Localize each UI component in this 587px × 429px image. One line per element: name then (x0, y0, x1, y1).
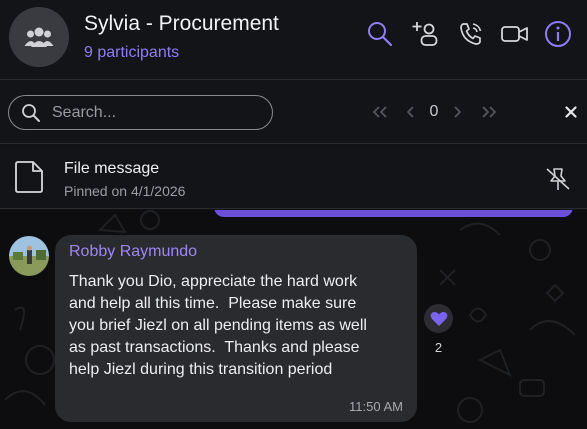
voice-call-button[interactable] (456, 19, 486, 49)
add-participant-icon (412, 22, 438, 46)
message-text: Thank you Dio, appreciate the hard work … (69, 273, 367, 378)
info-button[interactable] (543, 19, 573, 49)
participants-count[interactable]: 9 participants (84, 44, 179, 62)
file-icon (15, 161, 43, 193)
search-field[interactable] (8, 95, 273, 130)
search-icon (368, 22, 393, 47)
search-icon (22, 103, 40, 122)
previous-result-button[interactable] (404, 101, 418, 123)
add-participant-button[interactable] (411, 19, 441, 49)
chevron-left-icon (406, 106, 414, 118)
search-result-count: 0 (429, 103, 439, 120)
close-icon (565, 106, 577, 118)
video-call-button[interactable] (500, 19, 530, 49)
chat-header: Sylvia - Procurement 9 participants (0, 0, 587, 80)
double-chevron-left-icon (372, 106, 387, 118)
chevron-right-icon (454, 106, 462, 118)
video-call-icon (501, 26, 528, 42)
info-icon (545, 21, 571, 47)
message-bubble[interactable]: Robby Raymundo Thank you Dio, appreciate… (55, 235, 417, 422)
group-icon (24, 27, 54, 47)
pinned-title: File message (64, 160, 160, 177)
search-button[interactable] (365, 19, 395, 49)
avatar-photo (9, 236, 49, 276)
first-result-button[interactable] (370, 101, 390, 123)
last-result-button[interactable] (479, 101, 499, 123)
previous-own-message-bubble[interactable] (214, 210, 573, 217)
search-input[interactable] (52, 103, 252, 122)
sender-name[interactable]: Robby Raymundo (69, 243, 403, 265)
voice-call-icon (460, 23, 482, 45)
next-result-button[interactable] (450, 101, 464, 123)
chat-title[interactable]: Sylvia - Procurement (84, 12, 279, 36)
pinned-date: Pinned on 4/1/2026 (64, 183, 186, 199)
double-chevron-right-icon (482, 106, 497, 118)
heart-icon (430, 311, 447, 326)
sender-avatar[interactable] (9, 236, 49, 276)
close-search-button[interactable] (563, 101, 579, 123)
message-time: 11:50 AM (349, 399, 403, 414)
reaction-badge[interactable] (424, 304, 453, 333)
pinned-message-bar[interactable]: File message Pinned on 4/1/2026 (0, 145, 587, 209)
group-avatar[interactable] (9, 7, 69, 67)
unpin-icon[interactable] (544, 165, 572, 193)
chat-area[interactable]: Robby Raymundo Thank you Dio, appreciate… (0, 210, 587, 429)
reaction-count: 2 (434, 340, 443, 355)
